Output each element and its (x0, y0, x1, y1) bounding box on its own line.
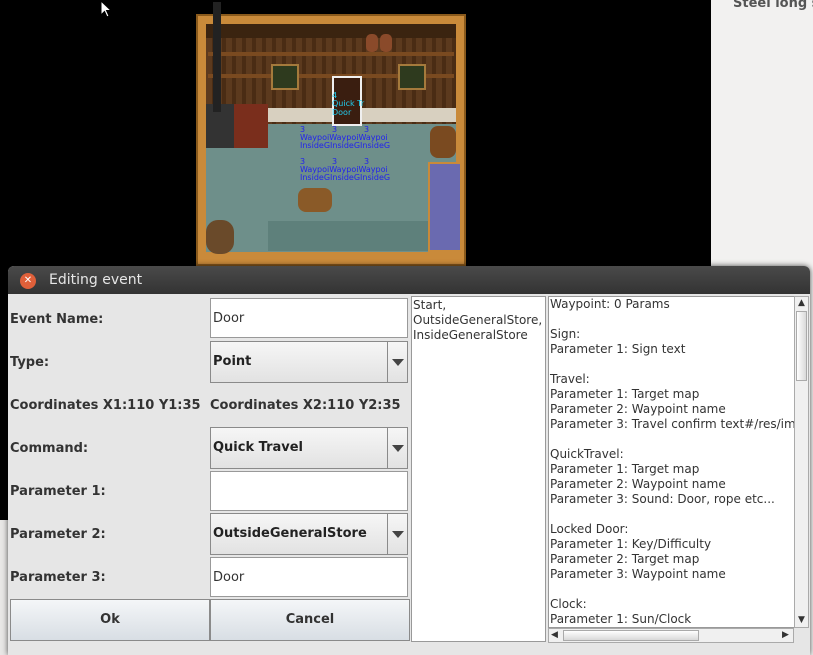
help-line: QuickTravel: (550, 447, 624, 461)
waypoint-map-label[interactable]: InsideGInsideGInsideG (300, 174, 390, 182)
tile-map[interactable]: 4 Quick Tr Door 3 3 3 WaypoiWaypoiWaypoi… (196, 2, 466, 266)
ok-button[interactable]: Ok (10, 599, 210, 641)
list-item[interactable]: OutsideGeneralStore, (413, 313, 545, 328)
type-label: Type: (10, 355, 50, 370)
list-item[interactable]: InsideGeneralStore (413, 328, 545, 343)
mouse-cursor-icon (100, 0, 113, 18)
window (271, 64, 299, 90)
help-line: Parameter 2: Target map (550, 552, 700, 566)
chevron-down-icon[interactable] (387, 514, 407, 554)
type-select[interactable]: Point (210, 341, 408, 383)
dialog-titlebar[interactable]: ✕ Editing event (8, 266, 810, 294)
scrollbar-thumb[interactable] (796, 311, 807, 381)
command-label: Command: (10, 441, 89, 456)
help-line: Locked Door: (550, 522, 629, 536)
help-line: Parameter 1: Sign text (550, 342, 686, 356)
parameter-3-label: Parameter 3: (10, 570, 106, 585)
horizontal-scrollbar[interactable]: ◀ ▶ (548, 628, 794, 643)
maps-list[interactable]: Start, OutsideGeneralStore, InsideGenera… (411, 296, 546, 642)
help-line: Parameter 1: Key/Difficulty (550, 537, 712, 551)
parameter-2-select-value: OutsideGeneralStore (213, 526, 367, 541)
type-select-value: Point (213, 354, 252, 369)
round-table (298, 188, 332, 212)
parameter-3-field[interactable]: Door (210, 557, 408, 597)
chevron-down-icon[interactable] (387, 342, 407, 382)
event-name-label: Event Name: (10, 312, 104, 327)
window (398, 64, 426, 90)
help-line: Parameter 1: Sun/Clock (550, 612, 692, 626)
help-line: Waypoint: 0 Params (550, 297, 670, 311)
help-text-body: Waypoint: 0 Params Sign: Parameter 1: Sig… (550, 297, 796, 627)
scroll-left-icon[interactable]: ◀ (551, 630, 558, 640)
clay-pot-icon (380, 34, 392, 52)
help-line: Parameter 1: Target map (550, 462, 700, 476)
coordinates-1-label: Coordinates X1:110 Y1:35 (10, 398, 201, 413)
scroll-right-icon[interactable]: ▶ (782, 630, 789, 640)
floor-rug (268, 221, 454, 251)
help-line (550, 582, 796, 597)
chevron-down-icon[interactable] (387, 428, 407, 468)
list-item[interactable]: Start, (413, 298, 545, 313)
help-line: Parameter 3: Waypoint name (550, 567, 726, 581)
help-line: Parameter 2: Waypoint name (550, 477, 726, 491)
help-line: Sign: (550, 327, 581, 341)
dialog-title: Editing event (49, 272, 143, 288)
command-select-value: Quick Travel (213, 440, 304, 455)
clay-pot-icon (366, 34, 378, 52)
close-icon[interactable]: ✕ (20, 273, 36, 289)
help-line (550, 357, 796, 372)
wall-top-beam (206, 24, 456, 38)
wall-shelf (208, 52, 454, 56)
help-line: Parameter 1: Target map (550, 387, 700, 401)
vertical-scrollbar[interactable]: ▲ ▼ (794, 296, 809, 628)
editing-event-dialog: ✕ Editing event Event Name: Door Type: P… (8, 266, 810, 655)
help-line: Parameter 3: Travel confirm text#/res/im (550, 417, 796, 431)
event-name-field[interactable]: Door (210, 298, 408, 338)
door-event-name[interactable]: Door (332, 109, 351, 117)
door-event-command[interactable]: Quick Tr (332, 100, 364, 108)
parameter-2-select[interactable]: OutsideGeneralStore (210, 513, 408, 555)
help-line (550, 432, 796, 447)
parameter-2-label: Parameter 2: (10, 527, 106, 542)
parameter-1-label: Parameter 1: (10, 484, 106, 499)
barrel-icon (430, 126, 456, 158)
help-line: Clock: (550, 597, 587, 611)
help-line: Travel: (550, 372, 590, 386)
scroll-up-icon[interactable]: ▲ (798, 298, 805, 308)
coordinates-2-label: Coordinates X2:110 Y2:35 (210, 398, 401, 413)
scrollbar-thumb[interactable] (563, 630, 699, 641)
cancel-button[interactable]: Cancel (210, 599, 410, 641)
help-line: Parameter 2: Waypoint name (550, 402, 726, 416)
help-line (550, 312, 796, 327)
stove-pipe (213, 2, 221, 112)
waypoint-map-label[interactable]: InsideGInsideGInsideG (300, 142, 390, 150)
bed (428, 162, 462, 252)
help-line (550, 507, 796, 522)
command-help-text[interactable]: Waypoint: 0 Params Sign: Parameter 1: Sig… (548, 296, 800, 628)
parameter-1-field[interactable] (210, 471, 408, 511)
kitchen-cabinet (234, 104, 268, 148)
shopkeeper-sprite (206, 220, 234, 254)
properties-text: Steel long s (733, 0, 813, 11)
scroll-down-icon[interactable]: ▼ (798, 615, 805, 625)
help-line: Parameter 3: Sound: Door, rope etc... (550, 492, 775, 506)
event-form: Event Name: Door Type: Point Coordinates… (8, 296, 410, 642)
command-select[interactable]: Quick Travel (210, 427, 408, 469)
